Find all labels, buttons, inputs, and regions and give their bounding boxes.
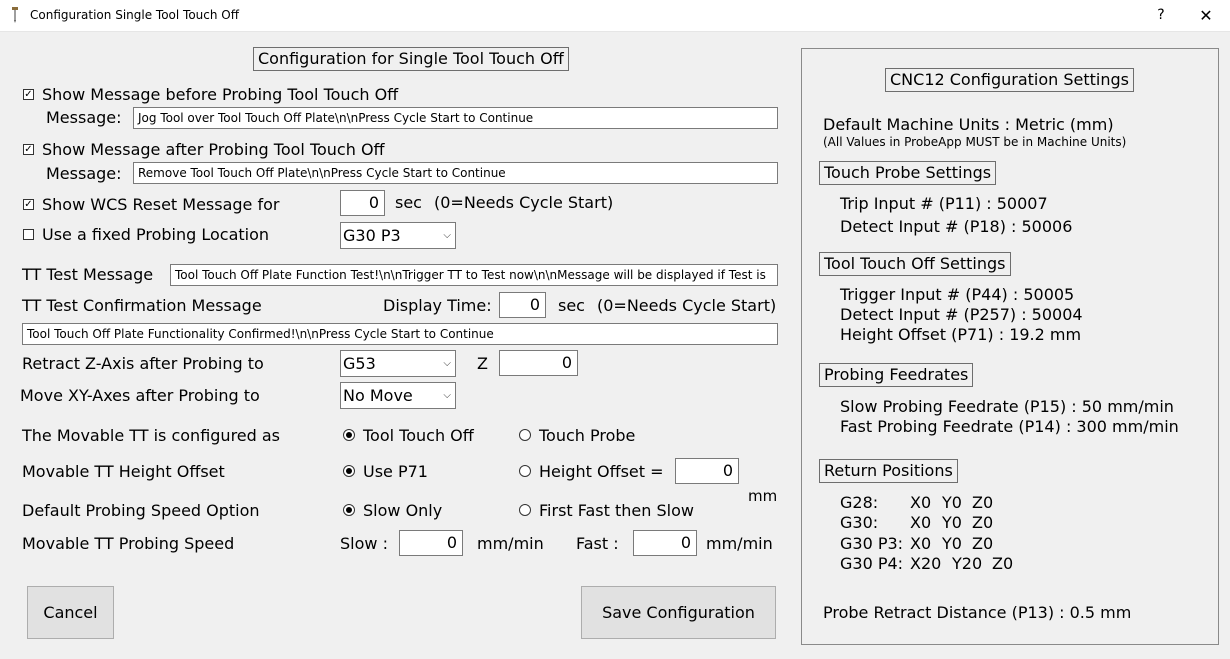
chevron-down-icon: ⌵ [443, 390, 451, 401]
return-y: Y0 [942, 534, 962, 553]
wcs-seconds-input[interactable]: 0 [340, 190, 385, 216]
radio-fast-then-slow-label: First Fast then Slow [539, 501, 694, 520]
show-msg-before-checkbox[interactable]: ✓ [23, 89, 34, 100]
window-title: Configuration Single Tool Touch Off [30, 8, 239, 22]
trip-input: Trip Input # (P11) : 50007 [840, 194, 1048, 213]
machine-units: Default Machine Units : Metric (mm) [823, 115, 1114, 134]
retract-select[interactable]: G53 ⌵ [340, 350, 456, 377]
move-xy-select[interactable]: No Move ⌵ [340, 382, 456, 409]
radio-tool-touch-off-label: Tool Touch Off [363, 426, 474, 445]
fixed-location-value: G30 P3 [343, 226, 401, 245]
show-wcs-checkbox[interactable]: ✓ [23, 199, 34, 210]
retract-label: Retract Z-Axis after Probing to [22, 354, 264, 373]
return-z: Z0 [972, 493, 994, 512]
return-y: Y20 [952, 554, 983, 573]
fast-feedrate: Fast Probing Feedrate (P14) : 300 mm/min [840, 417, 1179, 436]
radio-height-offset[interactable] [519, 465, 531, 477]
machine-units-note: (All Values in ProbeApp MUST be in Machi… [823, 135, 1127, 149]
return-name: G30: [840, 513, 879, 532]
return-positions-title: Return Positions [819, 459, 958, 483]
tt-test-label: TT Test Message [22, 265, 154, 284]
wcs-unit: sec [395, 193, 422, 212]
return-y: Y0 [942, 513, 962, 532]
return-x: X20 [910, 554, 942, 573]
show-msg-before-label: Show Message before Probing Tool Touch O… [42, 85, 399, 104]
display-time-note: (0=Needs Cycle Start) [597, 296, 777, 315]
tt-confirm-label: TT Test Confirmation Message [22, 296, 262, 315]
return-z: Z0 [972, 513, 994, 532]
slow-speed-unit: mm/min [477, 534, 544, 553]
retract-z-label: Z [477, 354, 488, 373]
wcs-note: (0=Needs Cycle Start) [434, 193, 614, 212]
close-button[interactable]: ✕ [1190, 0, 1222, 31]
radio-slow-only[interactable] [343, 504, 355, 516]
tt-test-input[interactable]: Tool Touch Off Plate Function Test!\n\nT… [170, 264, 778, 286]
display-time-input[interactable]: 0 [499, 292, 546, 318]
radio-tool-touch-off[interactable] [343, 429, 355, 441]
display-time-label: Display Time: [383, 296, 492, 315]
msg-before-input[interactable]: Jog Tool over Tool Touch Off Plate\n\nPr… [133, 107, 778, 129]
fixed-location-select[interactable]: G30 P3 ⌵ [340, 222, 456, 249]
return-x: X0 [910, 534, 932, 553]
slow-speed-input[interactable]: 0 [399, 530, 463, 556]
slow-feedrate: Slow Probing Feedrate (P15) : 50 mm/min [840, 397, 1174, 416]
radio-height-offset-label: Height Offset = [539, 462, 664, 481]
radio-use-p71-label: Use P71 [363, 462, 428, 481]
height-offset-value: Height Offset (P71) : 19.2 mm [840, 325, 1082, 344]
retract-z-input[interactable]: 0 [499, 350, 578, 376]
feedrates-title: Probing Feedrates [819, 363, 974, 387]
radio-use-p71[interactable] [343, 465, 355, 477]
cancel-button[interactable]: Cancel [27, 586, 114, 639]
chevron-down-icon: ⌵ [443, 230, 451, 241]
height-offset-unit: mm [748, 487, 778, 505]
msg-before-label: Message: [46, 108, 122, 127]
display-time-unit: sec [558, 296, 585, 315]
touch-probe-title: Touch Probe Settings [819, 161, 997, 185]
settings-title: CNC12 Configuration Settings [885, 68, 1134, 92]
return-y: Y0 [942, 493, 962, 512]
app-icon [12, 7, 18, 23]
trigger-input: Trigger Input # (P44) : 50005 [840, 285, 1075, 304]
movable-config-label: The Movable TT is configured as [22, 426, 281, 445]
tt-confirm-input[interactable]: Tool Touch Off Plate Functionality Confi… [22, 323, 778, 345]
return-name: G30 P3: [840, 534, 904, 553]
show-wcs-label: Show WCS Reset Message for [42, 195, 280, 214]
height-offset-input[interactable]: 0 [675, 458, 739, 484]
return-x: X0 [910, 513, 932, 532]
probing-speed-label: Movable TT Probing Speed [22, 534, 235, 553]
fast-speed-unit: mm/min [706, 534, 773, 553]
move-xy-label: Move XY-Axes after Probing to [20, 386, 260, 405]
config-heading: Configuration for Single Tool Touch Off [253, 47, 569, 71]
detect-input: Detect Input # (P18) : 50006 [840, 217, 1073, 236]
help-button[interactable]: ? [1146, 0, 1176, 31]
radio-slow-only-label: Slow Only [363, 501, 443, 520]
radio-touch-probe-label: Touch Probe [539, 426, 636, 445]
return-name: G30 P4: [840, 554, 904, 573]
save-configuration-button[interactable]: Save Configuration [581, 586, 776, 639]
msg-after-label: Message: [46, 164, 122, 183]
speed-option-label: Default Probing Speed Option [22, 501, 260, 520]
radio-touch-probe[interactable] [519, 429, 531, 441]
fast-speed-input[interactable]: 0 [633, 530, 697, 556]
chevron-down-icon: ⌵ [443, 358, 451, 369]
tto-detect-input: Detect Input # (P257) : 50004 [840, 305, 1083, 324]
radio-fast-then-slow[interactable] [519, 504, 531, 516]
height-offset-label: Movable TT Height Offset [22, 462, 225, 481]
probe-retract-distance: Probe Retract Distance (P13) : 0.5 mm [823, 603, 1132, 622]
fixed-location-checkbox[interactable] [23, 229, 34, 240]
fixed-location-label: Use a fixed Probing Location [42, 225, 270, 244]
retract-value: G53 [343, 354, 376, 373]
return-name: G28: [840, 493, 879, 512]
fast-speed-label: Fast : [576, 534, 619, 553]
move-xy-value: No Move [343, 386, 413, 405]
show-msg-after-checkbox[interactable]: ✓ [23, 144, 34, 155]
tool-touch-off-title: Tool Touch Off Settings [819, 252, 1011, 276]
show-msg-after-label: Show Message after Probing Tool Touch Of… [42, 140, 385, 159]
slow-speed-label: Slow : [340, 534, 388, 553]
return-x: X0 [910, 493, 932, 512]
return-z: Z0 [992, 554, 1014, 573]
return-z: Z0 [972, 534, 994, 553]
msg-after-input[interactable]: Remove Tool Touch Off Plate\n\nPress Cyc… [133, 162, 778, 184]
